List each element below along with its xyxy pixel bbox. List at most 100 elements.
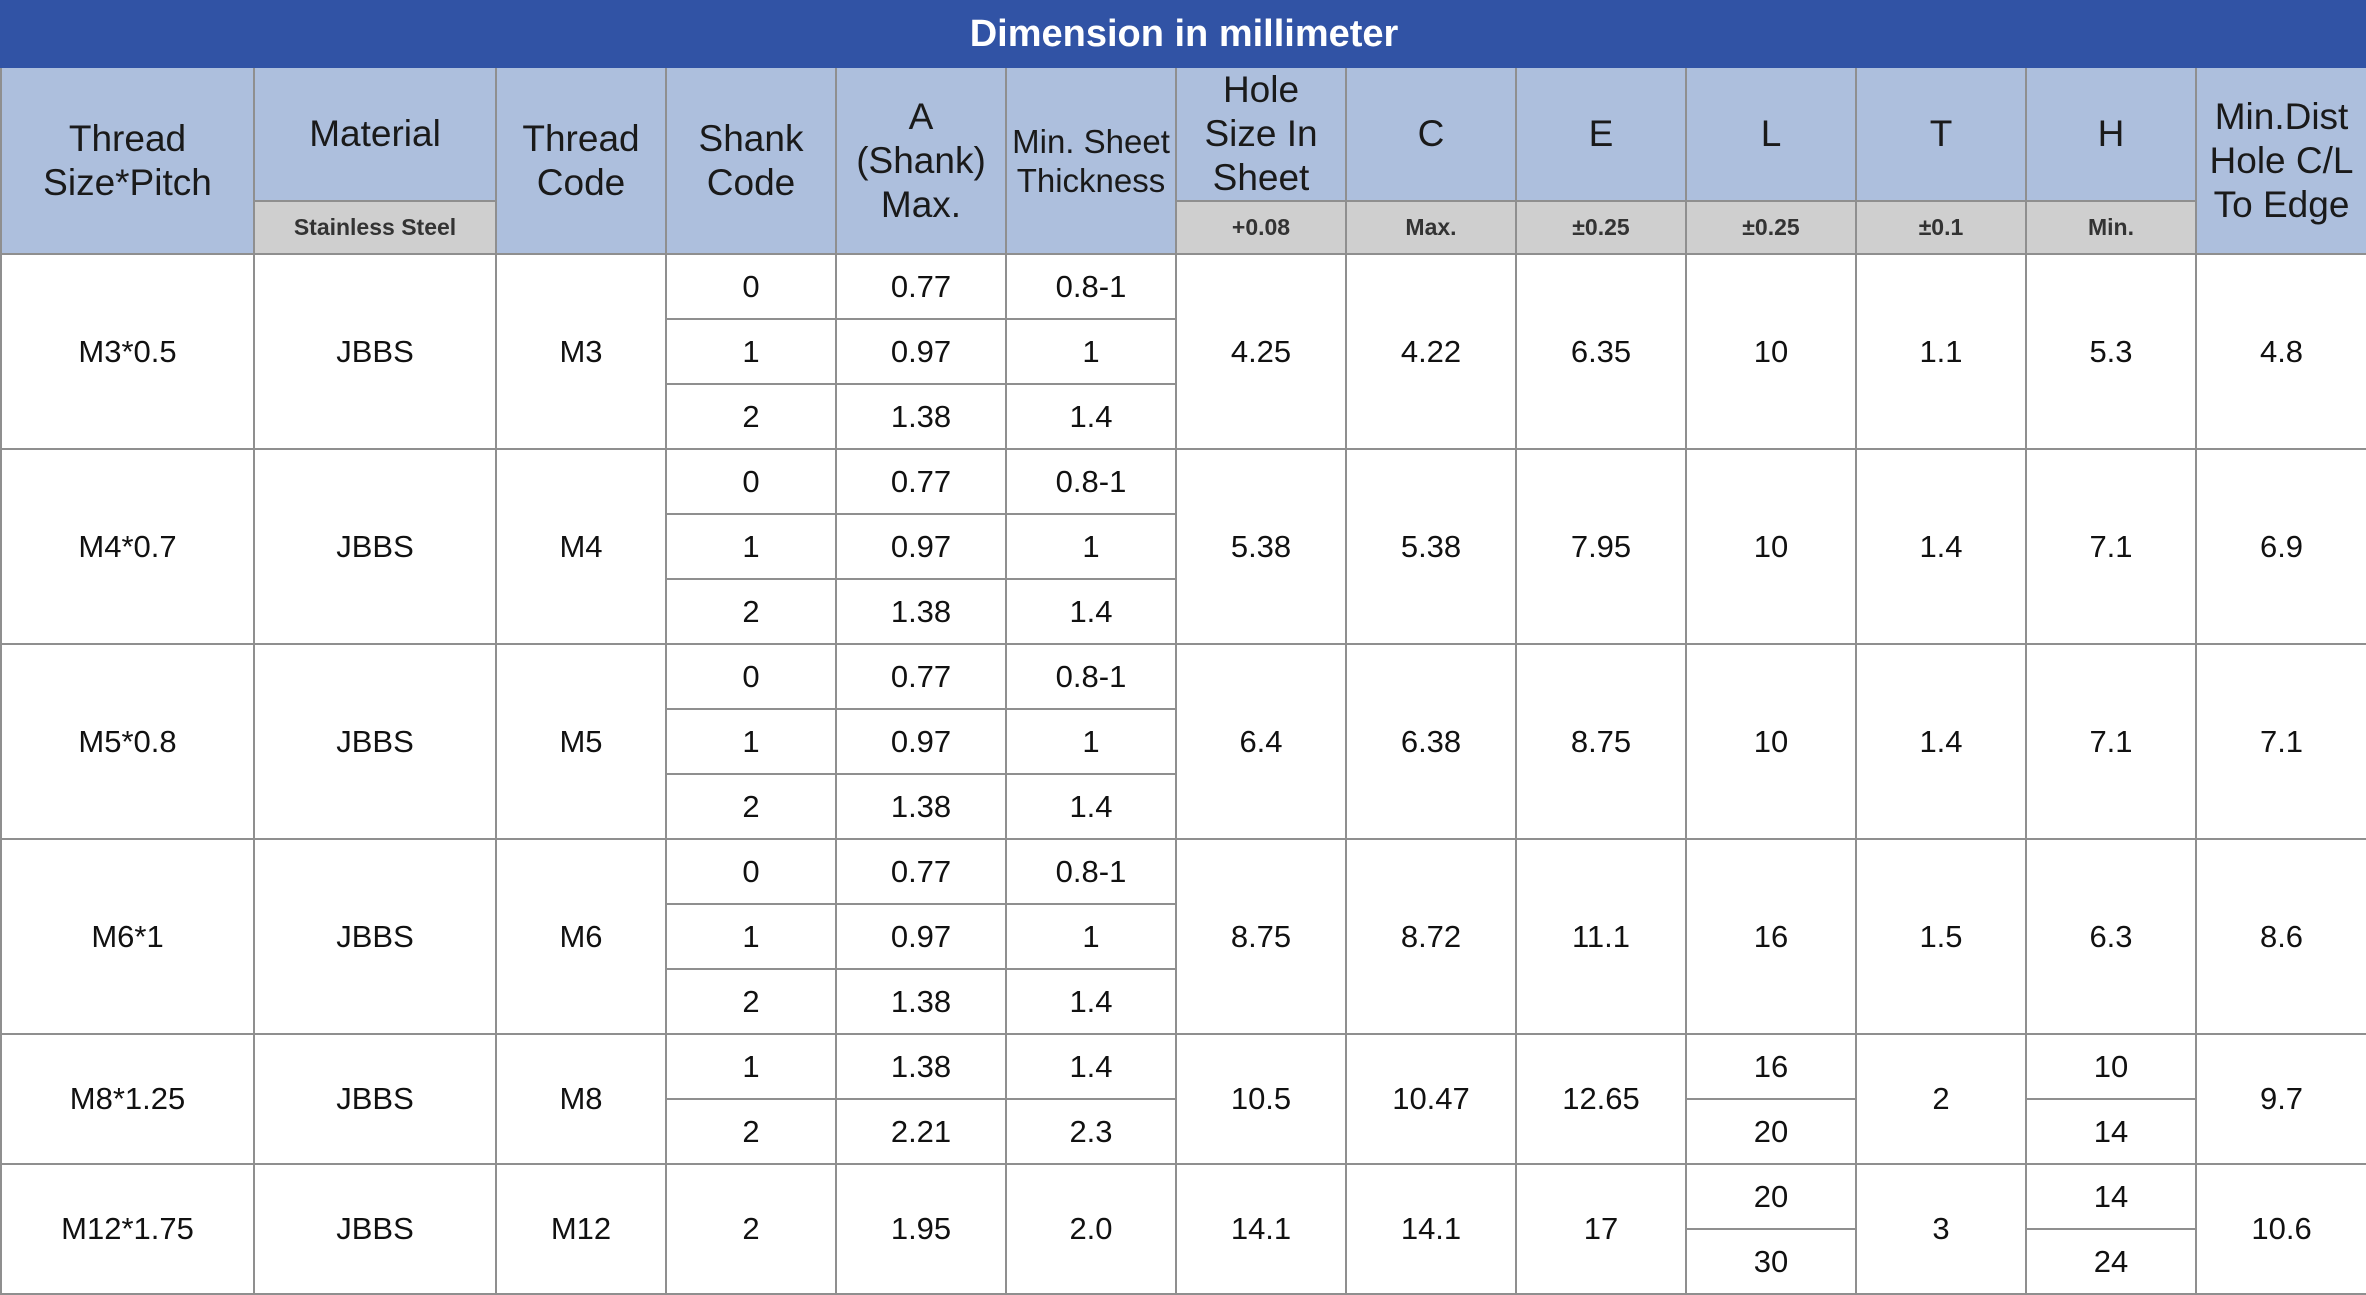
e-cell: 7.95 [1515, 448, 1687, 645]
shank-code-cell: 0 [665, 448, 837, 515]
shank-code-cell: 0 [665, 253, 837, 320]
min-dist-cell: 6.9 [2194, 448, 2366, 645]
h-cell: 14 [2025, 1098, 2197, 1165]
min-sheet-cell: 1.4 [1005, 1033, 1177, 1100]
e-cell: 11.1 [1515, 838, 1687, 1035]
dimension-table: Dimension in millimeter Thread Size*Pitc… [0, 0, 2366, 1295]
min-sheet-cell: 1 [1005, 318, 1177, 385]
material-cell: JBBS [253, 448, 497, 645]
material-cell: JBBS [253, 1033, 497, 1165]
min-dist-cell: 4.8 [2194, 253, 2366, 450]
hole-size-cell: 10.5 [1175, 1033, 1347, 1165]
min-sheet-cell: 1 [1005, 708, 1177, 775]
a-shank-cell: 0.77 [835, 838, 1007, 905]
thread-code-cell: M8 [495, 1033, 667, 1165]
h-cell: 7.1 [2025, 643, 2197, 840]
e-cell: 6.35 [1515, 253, 1687, 450]
l-cell: 10 [1685, 448, 1857, 645]
e-cell: 8.75 [1515, 643, 1687, 840]
l-cell: 16 [1685, 1033, 1857, 1100]
thread-size-cell: M8*1.25 [0, 1033, 255, 1165]
min-sheet-cell: 0.8-1 [1005, 448, 1177, 515]
e-cell: 12.65 [1515, 1033, 1687, 1165]
c-cell: 14.1 [1345, 1163, 1517, 1295]
c-cell: 8.72 [1345, 838, 1517, 1035]
min-sheet-cell: 1.4 [1005, 383, 1177, 450]
min-dist-cell: 10.6 [2194, 1163, 2366, 1295]
a-shank-cell: 0.97 [835, 903, 1007, 970]
a-shank-cell: 0.77 [835, 253, 1007, 320]
shank-code-cell: 1 [665, 903, 837, 970]
header-thread-size: Thread Size*Pitch [0, 66, 255, 255]
min-sheet-cell: 0.8-1 [1005, 838, 1177, 905]
min-sheet-cell: 1.4 [1005, 773, 1177, 840]
a-shank-cell: 1.95 [835, 1163, 1007, 1295]
thread-code-cell: M3 [495, 253, 667, 450]
t-cell: 1.5 [1855, 838, 2027, 1035]
thread-size-cell: M3*0.5 [0, 253, 255, 450]
shank-code-cell: 2 [665, 773, 837, 840]
a-shank-cell: 0.97 [835, 318, 1007, 385]
a-shank-cell: 2.21 [835, 1098, 1007, 1165]
a-shank-cell: 0.77 [835, 643, 1007, 710]
l-cell: 16 [1685, 838, 1857, 1035]
hole-size-cell: 6.4 [1175, 643, 1347, 840]
thread-size-cell: M6*1 [0, 838, 255, 1035]
subheader-h-tolerance: Min. [2025, 200, 2197, 255]
a-shank-cell: 0.97 [835, 513, 1007, 580]
header-shank-code: Shank Code [665, 66, 837, 255]
min-sheet-cell: 2.3 [1005, 1098, 1177, 1165]
table-row: M3*0.5 JBBS M3 0 0.77 0.8-1 4.25 4.22 6.35 10 1.1 5… [0, 253, 2366, 450]
shank-code-cell: 2 [665, 578, 837, 645]
l-cell: 10 [1685, 253, 1857, 450]
material-cell: JBBS [253, 838, 497, 1035]
thread-size-cell: M5*0.8 [0, 643, 255, 840]
shank-code-cell: 2 [665, 383, 837, 450]
table-row: M12*1.75 JBBS M12 2 1.95 2.0 14.1 14.1 17 20 3 14 10… [0, 1163, 2366, 1295]
hole-size-cell: 14.1 [1175, 1163, 1347, 1295]
h-cell: 6.3 [2025, 838, 2197, 1035]
c-cell: 10.47 [1345, 1033, 1517, 1165]
e-cell: 17 [1515, 1163, 1687, 1295]
shank-code-cell: 0 [665, 643, 837, 710]
h-cell: 14 [2025, 1163, 2197, 1230]
table-body: M3*0.5 JBBS M3 0 0.77 0.8-1 4.25 4.22 6.35 10 1.1 5… [0, 253, 2366, 1295]
a-shank-cell: 1.38 [835, 968, 1007, 1035]
header-t: T [1855, 66, 2027, 202]
t-cell: 1.4 [1855, 643, 2027, 840]
hole-size-cell: 5.38 [1175, 448, 1347, 645]
thread-size-cell: M4*0.7 [0, 448, 255, 645]
subheader-c-tolerance: Max. [1345, 200, 1517, 255]
shank-code-cell: 1 [665, 708, 837, 775]
a-shank-cell: 1.38 [835, 383, 1007, 450]
l-cell: 30 [1685, 1228, 1857, 1295]
l-cell: 20 [1685, 1163, 1857, 1230]
header-thread-code: Thread Code [495, 66, 667, 255]
shank-code-cell: 1 [665, 513, 837, 580]
a-shank-cell: 1.38 [835, 1033, 1007, 1100]
c-cell: 4.22 [1345, 253, 1517, 450]
header-hole-size: Hole Size In Sheet [1175, 66, 1347, 202]
t-cell: 2 [1855, 1033, 2027, 1165]
subheader-t-tolerance: ±0.1 [1855, 200, 2027, 255]
min-dist-cell: 8.6 [2194, 838, 2366, 1035]
min-sheet-cell: 1.4 [1005, 578, 1177, 645]
header-e: E [1515, 66, 1687, 202]
t-cell: 1.4 [1855, 448, 2027, 645]
thread-code-cell: M6 [495, 838, 667, 1035]
t-cell: 3 [1855, 1163, 2027, 1295]
shank-code-cell: 2 [665, 1163, 837, 1295]
min-sheet-cell: 1 [1005, 903, 1177, 970]
min-sheet-cell: 0.8-1 [1005, 643, 1177, 710]
material-cell: JBBS [253, 253, 497, 450]
header-min-sheet-thickness: Min. Sheet Thickness [1005, 66, 1177, 255]
material-cell: JBBS [253, 643, 497, 840]
shank-code-cell: 0 [665, 838, 837, 905]
table-row: M8*1.25 JBBS M8 1 1.38 1.4 10.5 10.47 12.65 16 2 10… [0, 1033, 2366, 1165]
l-cell: 10 [1685, 643, 1857, 840]
table-row: M5*0.8 JBBS M5 0 0.77 0.8-1 6.4 6.38 8.75 10 1.4 7.… [0, 643, 2366, 840]
shank-code-cell: 1 [665, 318, 837, 385]
hole-size-cell: 4.25 [1175, 253, 1347, 450]
material-cell: JBBS [253, 1163, 497, 1295]
a-shank-cell: 1.38 [835, 578, 1007, 645]
